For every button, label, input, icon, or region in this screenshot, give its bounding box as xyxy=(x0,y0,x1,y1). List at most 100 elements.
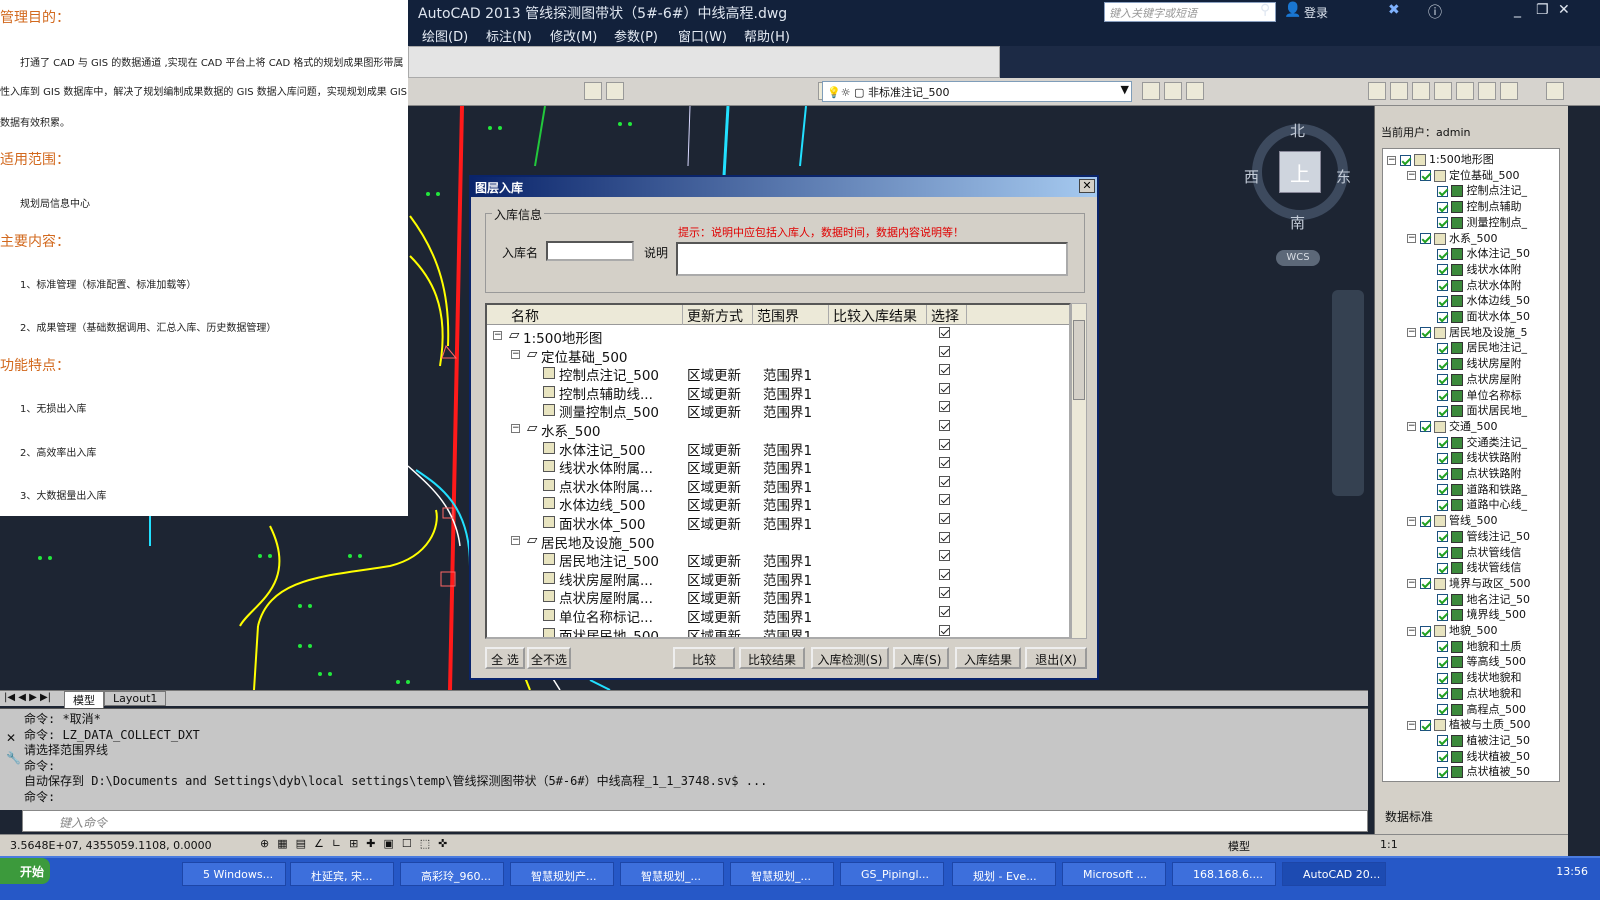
tree-checkbox[interactable] xyxy=(1419,233,1431,244)
menu-window[interactable]: 窗口(W) xyxy=(678,26,727,45)
taskbar-item[interactable]: 智慧规划_... xyxy=(620,862,724,886)
expand-toggle-icon[interactable]: − xyxy=(1407,422,1416,432)
search-input[interactable]: 键入关键字或短语 xyxy=(1104,2,1276,22)
expand-toggle-icon[interactable]: − xyxy=(511,349,520,359)
expand-toggle-icon[interactable]: − xyxy=(1407,328,1416,338)
tree-checkbox[interactable] xyxy=(1419,578,1431,590)
tree-checkbox[interactable] xyxy=(1437,594,1448,606)
tree-node[interactable]: 高程点_500 xyxy=(1437,701,1526,717)
tree-node[interactable]: − 定位基础_500 xyxy=(1407,167,1520,183)
menu-dimension[interactable]: 标注(N) xyxy=(486,26,532,45)
grid-row[interactable]: − ▱ 水系_500 xyxy=(487,420,1069,440)
tool-icon[interactable] xyxy=(1456,82,1474,100)
tree-node[interactable]: 控制点注记_ xyxy=(1437,182,1527,198)
tool-icon[interactable] xyxy=(1164,82,1182,100)
tree-node[interactable]: 点状管线信 xyxy=(1437,544,1522,560)
exchange-icon[interactable]: ✖ xyxy=(1388,2,1400,18)
row-select-checkbox[interactable] xyxy=(939,587,950,599)
tree-node[interactable]: 线状植被_50 xyxy=(1437,748,1530,764)
tab-nav-arrows[interactable]: |◀ ◀ ▶ ▶| xyxy=(4,692,51,703)
col-range[interactable]: 范围界 xyxy=(753,305,829,325)
viewcube-face[interactable]: 上 xyxy=(1279,151,1321,193)
login-button[interactable]: 登录 xyxy=(1304,4,1328,21)
grid-row[interactable]: 单位名称标记... 区域更新 范围界1 xyxy=(487,606,1069,626)
menu-params[interactable]: 参数(P) xyxy=(614,26,658,45)
tree-node[interactable]: − 境界与政区_500 xyxy=(1407,575,1531,591)
compare-result-button[interactable]: 比较结果 xyxy=(739,647,805,669)
tree-node[interactable]: 道路中心线_ xyxy=(1437,496,1527,512)
tree-node[interactable]: 点状植被_50 xyxy=(1437,763,1530,779)
tab-layout1[interactable]: Layout1 xyxy=(104,691,167,706)
tree-node[interactable]: 植被注记_50 xyxy=(1437,732,1530,748)
tree-checkbox[interactable] xyxy=(1437,201,1448,213)
tree-node[interactable]: − 居民地及设施_5 xyxy=(1407,324,1528,340)
tree-node[interactable]: 点状水体附 xyxy=(1437,277,1522,293)
tool-icon[interactable] xyxy=(584,82,602,100)
row-select-checkbox[interactable] xyxy=(939,401,950,413)
tree-checkbox[interactable] xyxy=(1419,625,1431,637)
binoculars-icon[interactable]: ⚲ xyxy=(1260,2,1270,18)
layer-select[interactable]: 💡☼ ▢ 非标准注记_500 ▼ xyxy=(822,81,1132,102)
grid-row[interactable]: − ▱ 1:500地形图 xyxy=(487,327,1069,347)
tree-checkbox[interactable] xyxy=(1437,295,1448,307)
tree-node[interactable]: − 1:500地形图 xyxy=(1387,151,1494,167)
tree-node[interactable]: 线状铁路附 xyxy=(1437,449,1522,465)
menu-draw[interactable]: 绘图(D) xyxy=(422,26,468,45)
layer-grid[interactable]: 名称 更新方式 范围界 比较入库结果 选择 − ▱ 1:500地形图 − ▱ 定位基础_5… xyxy=(485,303,1071,639)
taskbar-item[interactable]: 168.168.6.... xyxy=(1172,862,1276,886)
tree-checkbox[interactable] xyxy=(1437,280,1448,292)
tree-checkbox[interactable] xyxy=(1399,154,1411,166)
grid-row[interactable]: 面状居民地_500 区域更新 范围界1 xyxy=(487,624,1069,637)
taskbar-item[interactable]: Microsoft ... xyxy=(1062,862,1166,886)
tree-checkbox[interactable] xyxy=(1437,405,1448,417)
command-input[interactable]: 键入命令 xyxy=(22,810,1368,832)
import-name-input[interactable] xyxy=(546,241,634,261)
tree-node[interactable]: 面状居民地_ xyxy=(1437,402,1527,418)
tree-checkbox[interactable] xyxy=(1437,185,1448,197)
import-check-button[interactable]: 入库检测(S) xyxy=(811,647,889,669)
tab-model[interactable]: 模型 xyxy=(64,691,104,709)
grid-scrollbar[interactable] xyxy=(1071,303,1087,639)
expand-toggle-icon[interactable]: − xyxy=(1407,234,1416,243)
tree-checkbox[interactable] xyxy=(1437,531,1448,543)
scroll-thumb[interactable] xyxy=(1073,320,1085,400)
drafting-toggles[interactable]: ⊕▦▤∠∟⊞✚▣☐⬚✜ xyxy=(260,837,455,850)
navigation-bar[interactable] xyxy=(1332,290,1364,496)
layer-tree[interactable]: − 1:500地形图 − 定位基础_500 控制点注记_ 控制点辅助 测量控制点_… xyxy=(1382,148,1560,782)
tree-checkbox[interactable] xyxy=(1437,751,1448,763)
tree-node[interactable]: 地貌和土质 xyxy=(1437,638,1522,654)
tree-checkbox[interactable] xyxy=(1437,264,1448,276)
grid-row[interactable]: 点状房屋附属... 区域更新 范围界1 xyxy=(487,587,1069,607)
col-name[interactable]: 名称 xyxy=(487,305,683,325)
tool-icon[interactable] xyxy=(1546,82,1564,100)
tree-checkbox[interactable] xyxy=(1437,547,1448,558)
description-input[interactable] xyxy=(676,242,1068,276)
compare-button[interactable]: 比较 xyxy=(673,647,735,669)
taskbar-item[interactable]: 智慧规划产... xyxy=(510,862,614,886)
tree-checkbox[interactable] xyxy=(1437,484,1448,496)
tree-node[interactable]: 点状铁路附 xyxy=(1437,465,1522,481)
tree-node[interactable]: − 地貌_500 xyxy=(1407,622,1498,638)
tree-node[interactable]: 交通类注记_ xyxy=(1437,434,1527,450)
wrench-icon[interactable]: 🔧 xyxy=(6,751,21,765)
tree-node[interactable]: 线状房屋附 xyxy=(1437,355,1522,371)
start-button[interactable]: 开始 xyxy=(0,858,50,884)
grid-row[interactable]: 控制点注记_500 区域更新 范围界1 xyxy=(487,364,1069,384)
row-select-checkbox[interactable] xyxy=(939,364,950,376)
tree-node[interactable]: 居民地注记_ xyxy=(1437,339,1527,355)
tool-icon[interactable] xyxy=(1412,82,1430,100)
model-space-button[interactable]: 模型 xyxy=(1228,838,1250,854)
expand-toggle-icon[interactable]: − xyxy=(1407,171,1416,181)
tree-checkbox[interactable] xyxy=(1437,641,1448,653)
tree-checkbox[interactable] xyxy=(1437,437,1448,449)
minimize-button[interactable]: _ xyxy=(1514,2,1521,18)
tree-checkbox[interactable] xyxy=(1437,562,1448,574)
tree-node[interactable]: 线状地貌和 xyxy=(1437,669,1522,685)
taskbar-item[interactable]: AutoCAD 20... xyxy=(1282,862,1386,886)
tool-icon[interactable] xyxy=(1368,82,1386,100)
row-select-checkbox[interactable] xyxy=(939,438,950,450)
tree-node[interactable]: − 水系_500 xyxy=(1407,230,1498,246)
tree-node[interactable]: − 植被与土质_500 xyxy=(1407,716,1531,732)
tree-node[interactable]: − 管线_500 xyxy=(1407,512,1498,528)
row-select-checkbox[interactable] xyxy=(939,327,950,338)
